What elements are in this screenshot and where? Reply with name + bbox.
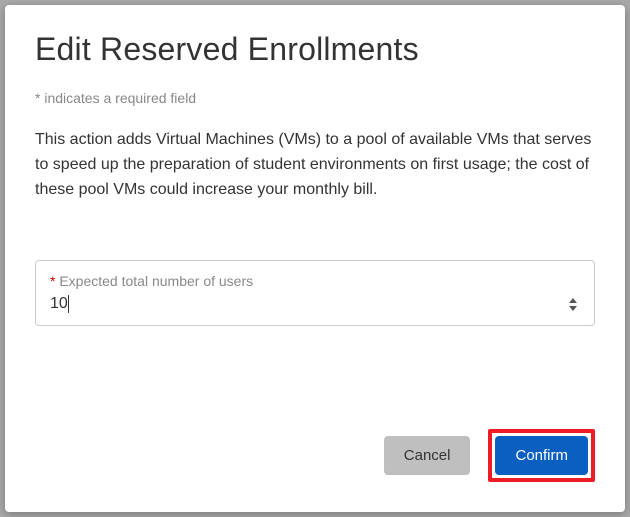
number-stepper[interactable] [566, 296, 580, 312]
expected-users-input[interactable]: 10 [50, 295, 560, 313]
confirm-button[interactable]: Confirm [495, 436, 588, 475]
expected-users-field[interactable]: * Expected total number of users 10 [35, 260, 595, 326]
cancel-button[interactable]: Cancel [384, 436, 471, 475]
stepper-down-icon[interactable] [566, 304, 580, 312]
confirm-highlight: Confirm [488, 429, 595, 482]
edit-reserved-enrollments-modal: Edit Reserved Enrollments * indicates a … [5, 5, 625, 512]
text-caret [68, 295, 69, 313]
dialog-actions: Cancel Confirm [35, 429, 595, 482]
expected-users-label: * Expected total number of users [50, 273, 580, 289]
dialog-description: This action adds Virtual Machines (VMs) … [35, 128, 595, 202]
stepper-up-icon[interactable] [566, 296, 580, 304]
dialog-title: Edit Reserved Enrollments [35, 31, 595, 68]
required-field-note: * indicates a required field [35, 90, 595, 106]
input-value: 10 [50, 295, 68, 313]
field-label-text: Expected total number of users [55, 273, 253, 289]
